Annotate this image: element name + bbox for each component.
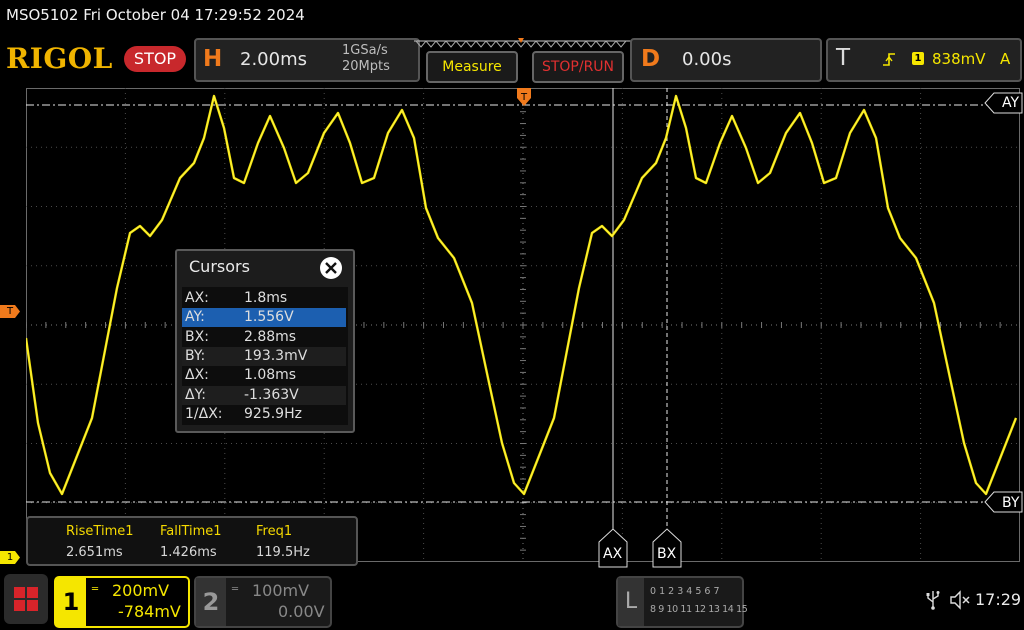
speaker-muted-icon[interactable] bbox=[950, 590, 972, 610]
measurement-value: 119.5Hz bbox=[256, 545, 310, 560]
trigger-source-badge: 1 bbox=[912, 52, 924, 65]
cursor-row-value: 193.3mV bbox=[244, 347, 308, 364]
close-icon[interactable] bbox=[318, 255, 344, 281]
cursor-row-key: ΔY: bbox=[185, 386, 206, 403]
delay-value: 0.00s bbox=[682, 49, 732, 70]
channel2-number: 2 bbox=[196, 578, 226, 626]
cursor-row-key: 1/ΔX: bbox=[185, 405, 223, 422]
memory-depth: 20Mpts bbox=[342, 59, 390, 74]
device-title: MSO5102 Fri October 04 17:29:52 2024 bbox=[6, 6, 305, 24]
grid-menu-icon bbox=[14, 587, 38, 611]
horizontal-panel[interactable]: H 2.00ms 1GSa/s 20Mpts bbox=[194, 38, 420, 82]
menu-button[interactable] bbox=[4, 574, 48, 624]
cursor-row-key: ΔX: bbox=[185, 367, 209, 384]
trigger-position-marker[interactable]: T bbox=[516, 86, 532, 110]
cursor-row-key: BX: bbox=[185, 328, 209, 345]
cursor-row-key: AX: bbox=[185, 290, 209, 306]
measurement-panel[interactable]: RiseTime1 2.651ms FallTime1 1.426ms Freq1 119… bbox=[26, 516, 358, 566]
channel2-scale: 100mV bbox=[252, 581, 310, 600]
cursor-row[interactable]: AX: 1.8ms bbox=[182, 289, 346, 308]
cursor-ay-label: AY bbox=[1002, 95, 1020, 111]
trigger-level-marker[interactable]: T bbox=[0, 305, 20, 318]
timebase-value: 2.00ms bbox=[240, 49, 307, 70]
channel1-scale: 200mV bbox=[112, 581, 170, 600]
memory-position-strip bbox=[414, 38, 634, 48]
cursor-row-value: -1.363V bbox=[244, 386, 299, 403]
rigol-logo: RIGOL bbox=[6, 42, 113, 75]
cursor-row-value: 1.556V bbox=[244, 309, 294, 326]
delay-panel[interactable]: D 0.00s bbox=[630, 38, 822, 82]
cursor-row[interactable]: AY: 1.556V bbox=[182, 308, 346, 328]
channel2-panel[interactable]: 2 ═ 100mV 0.00V bbox=[194, 576, 332, 628]
measurement-label: Freq1 bbox=[256, 524, 293, 539]
sample-rate: 1GSa/s bbox=[342, 43, 388, 58]
trigger-letter: T bbox=[836, 45, 851, 71]
measurement-label: FallTime1 bbox=[160, 524, 222, 539]
cursor-row-key: BY: bbox=[185, 347, 206, 364]
cursor-row[interactable]: 1/ΔX: 925.9Hz bbox=[182, 405, 346, 424]
cursor-row-value: 1.8ms bbox=[244, 290, 288, 306]
channel1-number: 1 bbox=[56, 578, 86, 626]
stop-run-button[interactable]: STOP/RUN bbox=[532, 51, 624, 83]
measurement-value: 1.426ms bbox=[160, 545, 217, 560]
la-letter: L bbox=[618, 578, 644, 626]
logic-analyzer-panel[interactable]: L 0 1 2 3 4 5 6 7 8 9 10 11 12 13 14 15 bbox=[616, 576, 748, 628]
measurement-value: 2.651ms bbox=[66, 545, 123, 560]
channel1-offset-marker[interactable]: 1 bbox=[0, 551, 20, 564]
rising-edge-icon bbox=[883, 53, 895, 66]
cursor-row[interactable]: BY: 193.3mV bbox=[182, 346, 346, 366]
cursor-row[interactable]: BX: 2.88ms bbox=[182, 328, 346, 347]
cursors-panel[interactable]: Cursors AX: 1.8ms AY: 1.556V BX: 2.88ms BY: 193… bbox=[175, 249, 355, 433]
trigger-panel[interactable]: T 1 838mV A bbox=[826, 38, 1022, 82]
channel1-panel[interactable]: 1 ═ 200mV -784mV bbox=[54, 576, 190, 628]
channel1-offset: -784mV bbox=[118, 602, 181, 621]
trigger-mode: A bbox=[1000, 50, 1011, 68]
cursor-by-label: BY bbox=[1002, 495, 1020, 511]
run-state-badge[interactable]: STOP bbox=[124, 46, 186, 72]
title-bar: MSO5102 Fri October 04 17:29:52 2024 bbox=[0, 0, 1024, 32]
cursor-row-value: 2.88ms bbox=[244, 328, 297, 345]
cursor-row[interactable]: ΔX: 1.08ms bbox=[182, 366, 346, 385]
svg-text:T: T bbox=[520, 92, 528, 103]
la-channels-high: 8 9 10 11 12 13 14 15 bbox=[650, 604, 748, 615]
cursor-row-key: AY: bbox=[185, 309, 205, 326]
delay-letter: D bbox=[641, 46, 661, 72]
measurement-label: RiseTime1 bbox=[66, 524, 134, 539]
dc-coupling-icon: ═ bbox=[232, 584, 239, 595]
cursor-ax-label: AX bbox=[603, 546, 623, 562]
cursors-panel-title: Cursors bbox=[189, 257, 250, 276]
la-channels-low: 0 1 2 3 4 5 6 7 bbox=[650, 586, 720, 597]
clock-time: 17:29 bbox=[975, 590, 1022, 609]
cursor-row[interactable]: ΔY: -1.363V bbox=[182, 385, 346, 405]
usb-icon bbox=[926, 591, 940, 610]
trigger-level: 838mV bbox=[932, 50, 986, 68]
cursor-row-value: 925.9Hz bbox=[244, 405, 302, 422]
dc-coupling-icon: ═ bbox=[92, 584, 98, 595]
horizontal-letter: H bbox=[203, 46, 223, 72]
measure-button[interactable]: Measure bbox=[426, 51, 518, 83]
cursor-row-value: 1.08ms bbox=[244, 367, 297, 384]
cursor-bx-label: BX bbox=[657, 546, 677, 562]
channel2-offset: 0.00V bbox=[278, 602, 325, 621]
